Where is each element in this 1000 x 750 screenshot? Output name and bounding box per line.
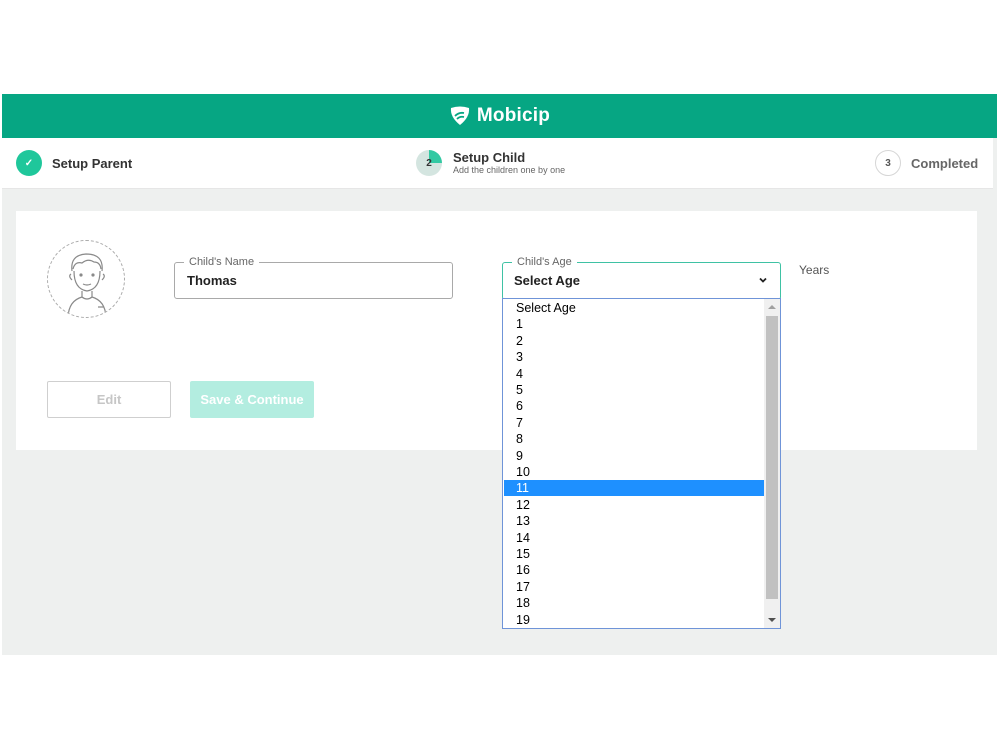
child-name-label: Child's Name <box>184 255 260 269</box>
age-option[interactable]: 1 <box>504 316 764 332</box>
chevron-down-icon <box>759 277 767 283</box>
age-option[interactable]: 9 <box>504 448 764 464</box>
age-option[interactable]: 6 <box>504 398 764 414</box>
scroll-down-arrow-icon[interactable] <box>764 612 780 628</box>
step-completed: 3 Completed <box>875 138 978 188</box>
setup-stepper: ✓ Setup Parent 2 Setup Child Add the chi… <box>2 138 993 189</box>
child-avatar-icon <box>67 253 107 317</box>
child-age-select[interactable]: Child's Age Select Age <box>502 255 781 300</box>
child-form-card: Child's Name Thomas Child's Age Select A… <box>16 211 977 450</box>
step-label: Setup Parent <box>52 155 133 171</box>
brand-logo: Mobicip <box>449 105 550 127</box>
age-option[interactable]: 8 <box>504 431 764 447</box>
step-number-badge: 2 <box>416 150 442 176</box>
age-option[interactable]: 10 <box>504 464 764 480</box>
age-option[interactable]: 12 <box>504 497 764 513</box>
age-option[interactable]: 16 <box>504 562 764 578</box>
child-avatar[interactable] <box>47 240 125 318</box>
dropdown-scrollbar[interactable] <box>764 299 780 628</box>
age-option[interactable]: 14 <box>504 530 764 546</box>
age-option[interactable]: 7 <box>504 415 764 431</box>
child-age-label: Child's Age <box>512 255 577 269</box>
age-option[interactable]: Select Age <box>504 300 764 316</box>
age-option[interactable]: 3 <box>504 349 764 365</box>
age-option[interactable]: 18 <box>504 595 764 611</box>
save-continue-button[interactable]: Save & Continue <box>190 381 314 418</box>
mobicip-logo-icon <box>450 106 469 125</box>
age-option[interactable]: 19 <box>504 612 764 628</box>
age-option[interactable]: 11 <box>504 480 764 497</box>
scrollbar-thumb[interactable] <box>766 316 778 599</box>
age-option[interactable]: 15 <box>504 546 764 562</box>
age-option[interactable]: 4 <box>504 366 764 382</box>
app-window: Mobicip ✓ Setup Parent 2 Setup Child Add… <box>2 94 997 655</box>
check-icon: ✓ <box>16 150 42 176</box>
child-name-value: Thomas <box>187 273 237 288</box>
edit-button[interactable]: Edit <box>47 381 171 418</box>
scroll-up-arrow-icon[interactable] <box>764 299 780 315</box>
step-label: Setup Child <box>453 149 526 165</box>
child-age-value: Select Age <box>514 273 580 288</box>
brand-name: Mobicip <box>476 105 551 126</box>
age-option[interactable]: 5 <box>504 382 764 398</box>
step-sublabel: Add the children one by one <box>453 164 566 175</box>
age-option[interactable]: 17 <box>504 579 764 595</box>
age-option[interactable]: 13 <box>504 513 764 529</box>
step-setup-child: 2 Setup Child Add the children one by on… <box>416 138 565 188</box>
age-option[interactable]: 2 <box>504 333 764 349</box>
step-label: Completed <box>911 155 979 171</box>
step-number-badge: 3 <box>875 150 901 176</box>
age-unit-label: Years <box>799 263 830 277</box>
header-bar: Mobicip <box>2 94 997 138</box>
child-name-input[interactable]: Child's Name Thomas <box>174 255 453 299</box>
step-setup-parent: ✓ Setup Parent <box>16 138 132 188</box>
age-dropdown-list[interactable]: Select Age 1 2 3 4 5 6 7 8 9 10 11 12 13 14 15 16 17 18 19 <box>502 298 781 629</box>
